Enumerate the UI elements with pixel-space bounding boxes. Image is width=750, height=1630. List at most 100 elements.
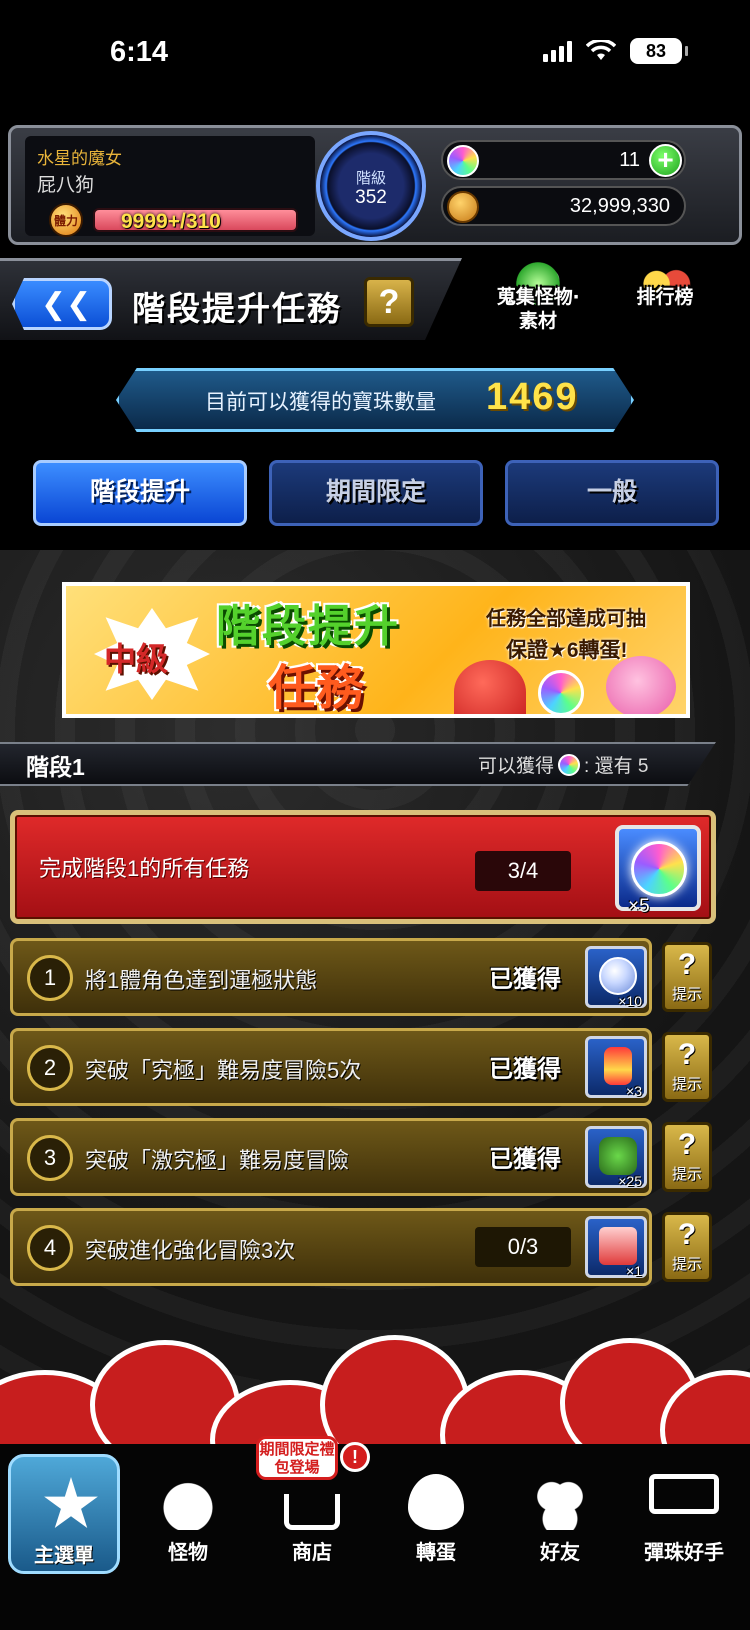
reward-qty: ×10 xyxy=(618,993,642,1009)
stage-reward-prefix: 可以獲得 xyxy=(478,756,555,777)
question-icon: ? xyxy=(677,948,697,981)
nav-helper[interactable]: 彈珠好手 xyxy=(624,1454,744,1574)
reward-qty: ×3 xyxy=(626,1083,642,1099)
status-icons: 83 xyxy=(543,38,688,64)
banner-character-icon xyxy=(454,660,526,714)
mission-number: 2 xyxy=(27,1045,73,1091)
obtainable-orbs-value: 1469 xyxy=(486,376,579,418)
mission-reward[interactable]: ×3 xyxy=(585,1036,647,1099)
gold-coin-icon xyxy=(447,191,479,223)
nav-gacha[interactable]: 轉蛋 xyxy=(376,1454,496,1574)
nav-home-label: 主選單 xyxy=(34,1545,94,1567)
mission-status: 已獲得 xyxy=(489,1056,561,1083)
mission-progress: 0/3 xyxy=(475,1227,571,1267)
rank-label: 階級 xyxy=(355,170,386,187)
stage-reward: 可以獲得 : 還有 5 xyxy=(478,751,648,778)
back-button[interactable]: ❮❮ xyxy=(12,278,112,330)
mission-row[interactable]: 2 突破「究極」難易度冒險5次 已獲得 ×3 xyxy=(10,1028,652,1106)
mission-text: 突破「究極」難易度冒險5次 xyxy=(85,1058,362,1083)
mission-text: 將1體角色達到運極狀態 xyxy=(85,968,318,993)
orb-icon xyxy=(631,841,687,897)
wifi-icon xyxy=(586,40,616,60)
mission-text: 突破進化強化冒險3次 xyxy=(85,1238,296,1263)
hint-button[interactable]: ? 提示 xyxy=(662,1032,712,1102)
battery-icon: 83 xyxy=(630,38,688,64)
banner-level: 中級 xyxy=(104,641,169,677)
page-title: 階段提升任務 xyxy=(132,290,342,327)
hint-label: 提示 xyxy=(671,1166,702,1183)
mission-reward[interactable]: ×1 xyxy=(585,1216,647,1279)
question-icon: ? xyxy=(677,1128,697,1161)
ranking-label: 排行榜 xyxy=(636,287,694,308)
cellular-signal-icon xyxy=(543,40,572,62)
banner-note-line1: 任務全部達成可抽 xyxy=(486,608,646,630)
status-bar: 6:14 83 xyxy=(0,0,750,110)
collect-monster-material-button[interactable]: 蒐集怪物‧素材 xyxy=(488,262,588,344)
gold-counter: 32,999,330 xyxy=(441,186,686,226)
help-button[interactable]: ? xyxy=(364,277,414,327)
rank-badge[interactable]: 階級 352 xyxy=(316,131,426,241)
obtainable-orbs-label: 目前可以獲得的寶珠數量 xyxy=(205,391,436,414)
mission-status: 已獲得 xyxy=(489,966,561,993)
hint-label: 提示 xyxy=(671,1076,702,1093)
event-banner: 中級 階段提升 任務 任務全部達成可抽 保證★6轉蛋! xyxy=(62,582,690,718)
nav-home[interactable]: 主選單 xyxy=(8,1454,120,1574)
banner-orb-icon xyxy=(538,670,584,714)
question-icon: ? xyxy=(677,1218,697,1251)
collect-label: 蒐集怪物‧素材 xyxy=(496,287,580,332)
orb-icon xyxy=(447,145,479,177)
hint-label: 提示 xyxy=(671,986,702,1003)
gold-count: 32,999,330 xyxy=(569,195,670,217)
cloud-decoration xyxy=(0,1330,750,1450)
orb-counter: 11 + xyxy=(441,140,686,180)
mission-row[interactable]: 3 突破「激究極」難易度冒險 已獲得 ×25 xyxy=(10,1118,652,1196)
hint-button[interactable]: ? 提示 xyxy=(662,942,712,1012)
cart-icon xyxy=(284,1494,340,1530)
question-icon: ? xyxy=(677,1038,697,1071)
orb-icon xyxy=(558,753,581,776)
buy-orbs-button[interactable]: + xyxy=(649,144,682,177)
mission-number: 3 xyxy=(27,1135,73,1181)
mission-reward[interactable]: ×10 xyxy=(585,946,647,1009)
banner-title: 階段提升 xyxy=(216,602,400,651)
mission-text: 突破「激究極」難易度冒險 xyxy=(85,1148,350,1173)
nav-gacha-label: 轉蛋 xyxy=(416,1542,456,1564)
tab-limited-time[interactable]: 期間限定 xyxy=(269,460,483,526)
bottom-nav: 主選單 怪物 商店 轉蛋 好友 彈珠好手 xyxy=(0,1444,750,1630)
master-mission[interactable]: 完成階段1的所有任務 3/4 xyxy=(10,810,716,924)
mission-number: 1 xyxy=(27,955,73,1001)
hint-button[interactable]: ? 提示 xyxy=(662,1122,712,1192)
stage-label: 階段1 xyxy=(26,754,85,780)
tab-rank-up[interactable]: 階段提升 xyxy=(33,460,247,526)
player-panel: 水星的魔女 屁八狗 體力 9999+/310 階級 352 11 + 32,99… xyxy=(8,125,742,245)
egg-icon xyxy=(408,1474,464,1530)
ranking-button[interactable]: 排行榜 xyxy=(615,262,715,344)
card-icon xyxy=(649,1474,719,1514)
nav-monster-label: 怪物 xyxy=(168,1542,208,1564)
orb-shard-icon xyxy=(599,957,637,995)
nav-monster[interactable]: 怪物 xyxy=(128,1454,248,1574)
status-time: 6:14 xyxy=(110,36,169,68)
tab-general[interactable]: 一般 xyxy=(505,460,719,526)
nav-friends[interactable]: 好友 xyxy=(500,1454,620,1574)
mission-number: 4 xyxy=(27,1225,73,1271)
monster-card-icon xyxy=(599,1137,637,1175)
mission-reward[interactable]: ×25 xyxy=(585,1126,647,1189)
player-title: 水星的魔女 xyxy=(37,149,122,168)
mission-status: 已獲得 xyxy=(489,1146,561,1173)
nav-friends-label: 好友 xyxy=(540,1542,580,1564)
stamina-icon: 體力 xyxy=(49,203,83,237)
rank-value: 352 xyxy=(355,187,387,208)
master-mission-label: 完成階段1的所有任務 xyxy=(39,856,250,881)
energy-can-icon xyxy=(604,1047,632,1085)
orb-count: 11 xyxy=(619,149,640,171)
mission-row[interactable]: 1 將1體角色達到運極狀態 已獲得 ×10 xyxy=(10,938,652,1016)
mission-row[interactable]: 4 突破進化強化冒險3次 0/3 ×1 xyxy=(10,1208,652,1286)
master-reward-qty: ×5 xyxy=(628,896,650,917)
hint-button[interactable]: ? 提示 xyxy=(662,1212,712,1282)
reward-qty: ×25 xyxy=(618,1173,642,1189)
shop-promo-badge[interactable]: 期間限定禮包登場 xyxy=(256,1436,338,1480)
alert-icon: ! xyxy=(340,1442,370,1472)
banner-note-line2: 保證★6轉蛋! xyxy=(506,639,628,662)
banner-subtitle: 任務 xyxy=(268,662,365,715)
